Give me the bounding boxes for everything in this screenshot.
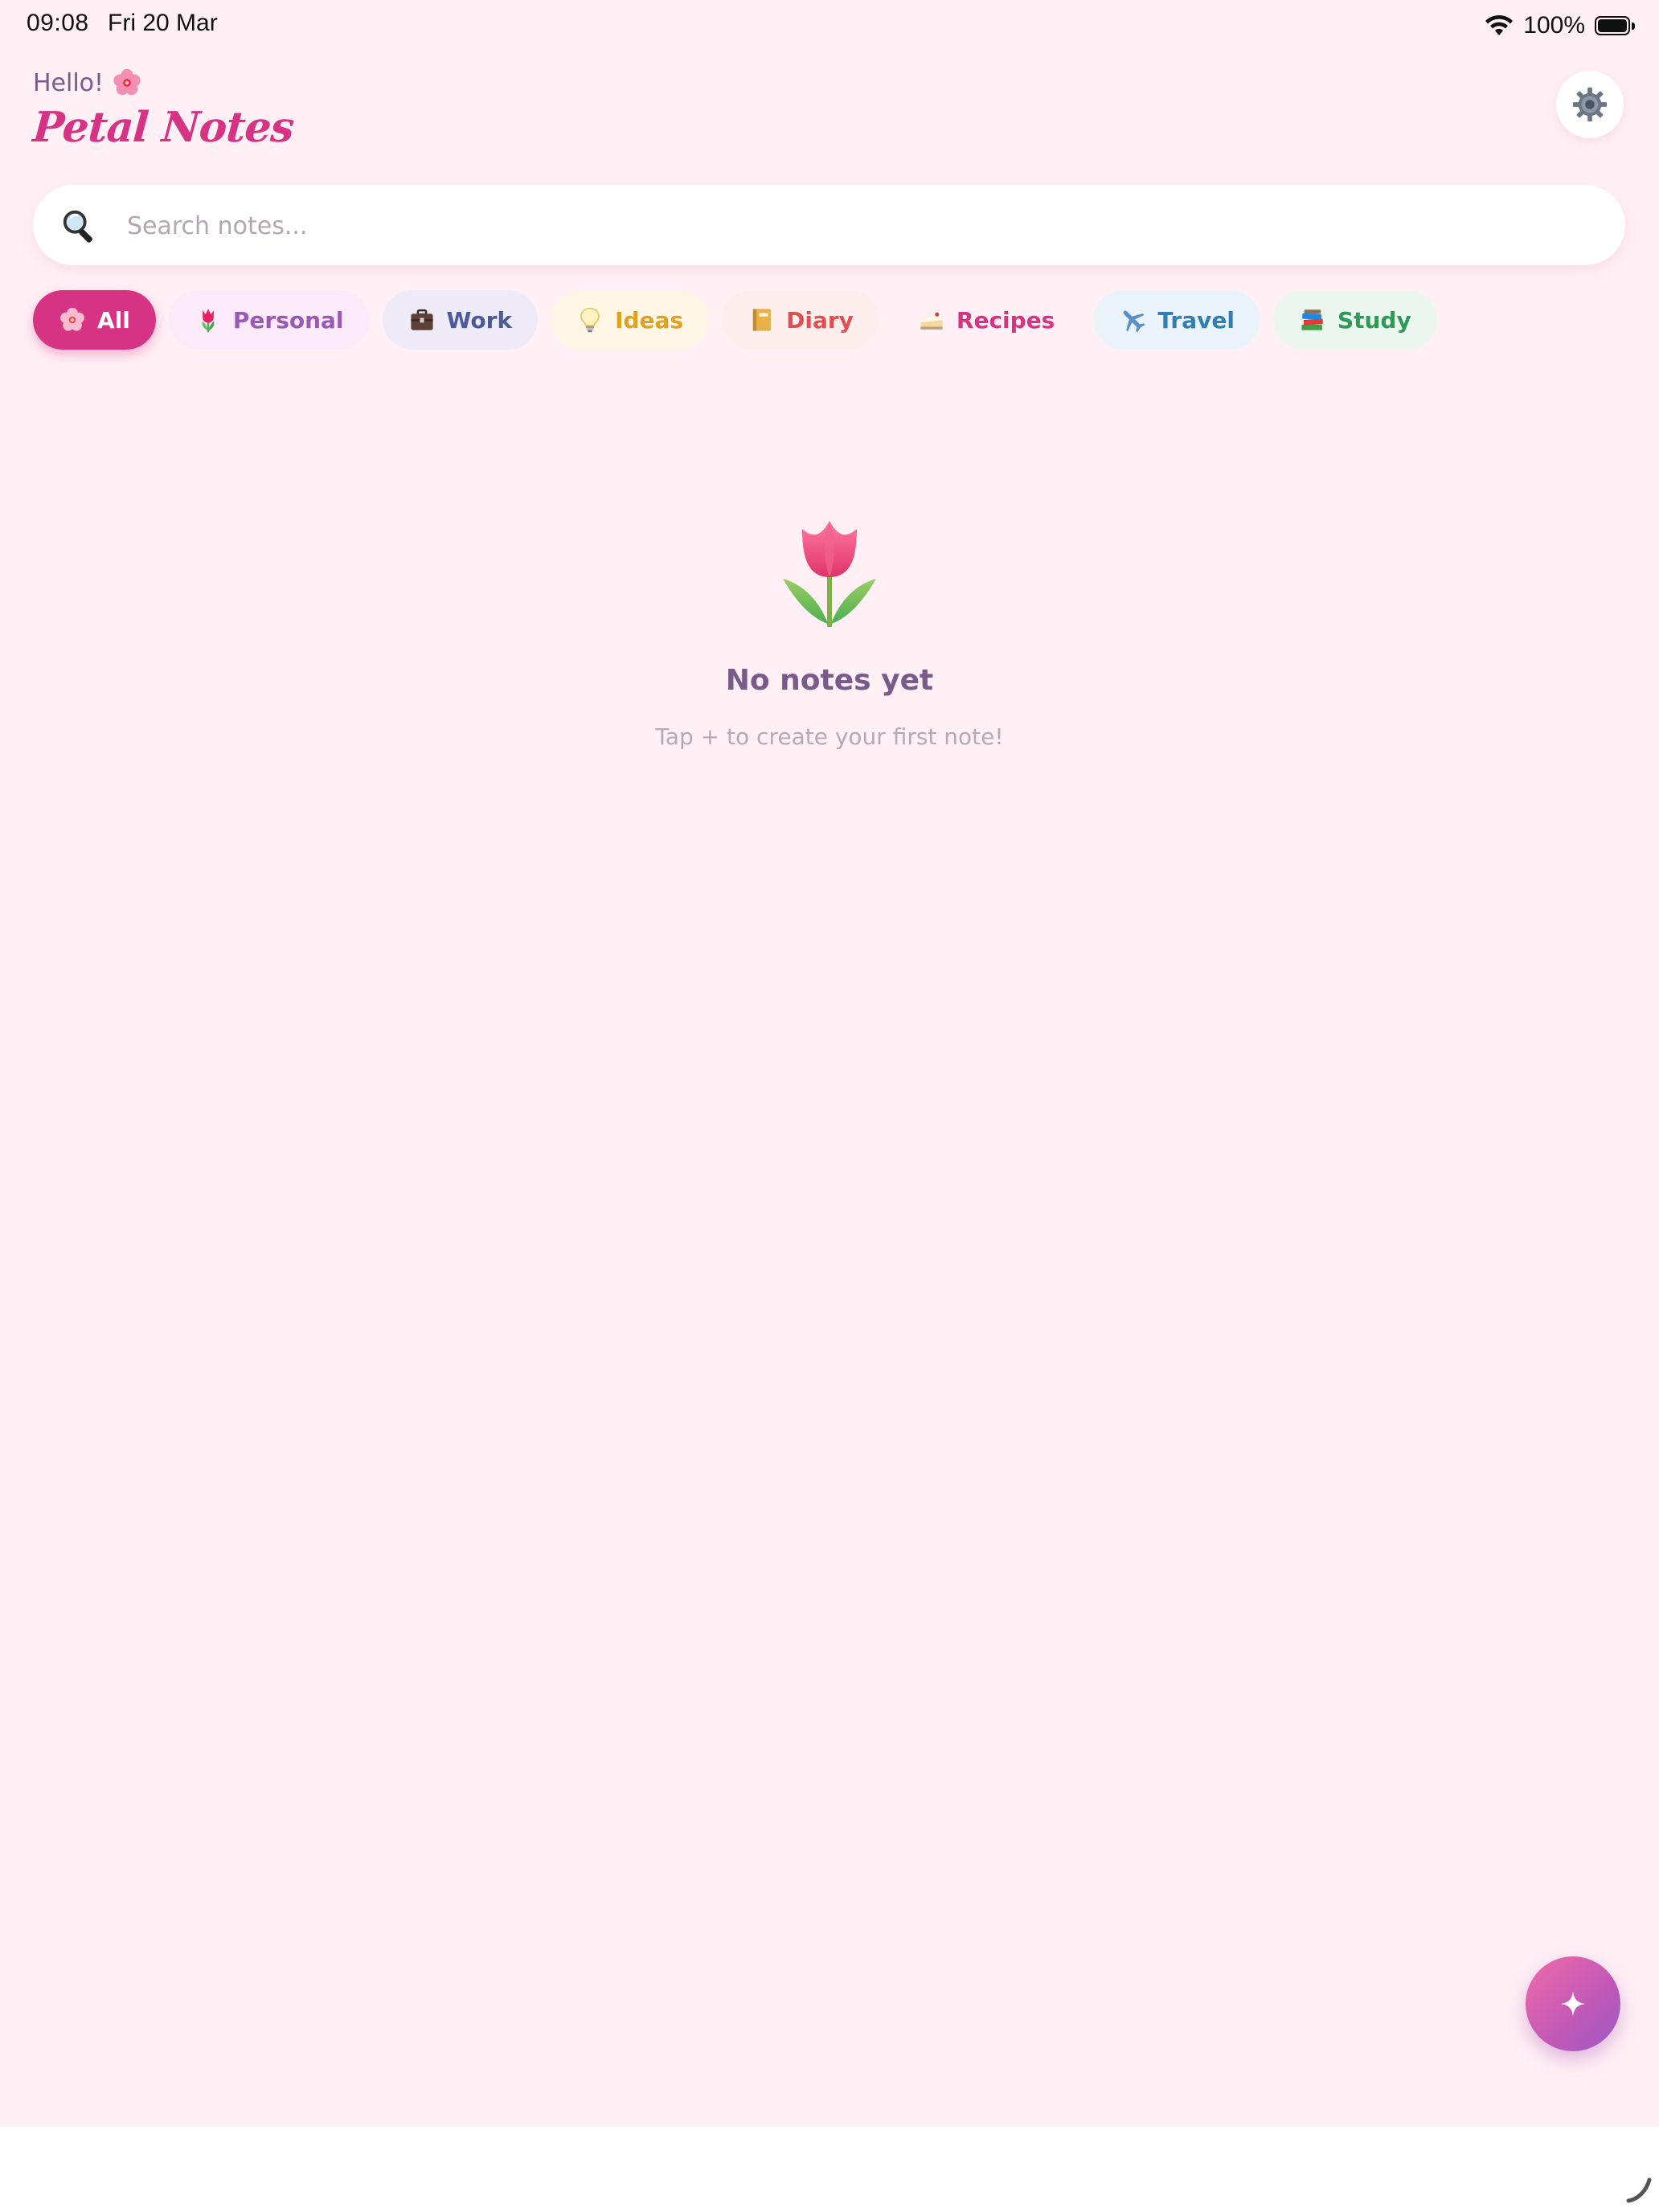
category-chip-work[interactable]: Work	[382, 290, 539, 350]
tulip-icon	[202, 309, 215, 333]
category-chip-travel[interactable]: Travel	[1093, 290, 1260, 350]
lightbulb-icon	[580, 307, 600, 333]
category-filter-bar: All Personal Work Ideas Diary Recipes Tr…	[33, 290, 1437, 350]
category-chip-personal[interactable]: Personal	[168, 290, 370, 350]
add-note-button[interactable]	[1526, 1956, 1620, 2051]
category-chip-all[interactable]: All	[33, 290, 156, 350]
category-chip-label: Study	[1337, 306, 1411, 334]
battery-icon	[1595, 16, 1635, 35]
category-chip-label: Work	[446, 306, 513, 334]
category-chip-label: All	[97, 306, 130, 334]
empty-state-title: No notes yet	[725, 664, 934, 697]
search-bar[interactable]	[33, 185, 1625, 267]
airplane-icon	[1123, 310, 1145, 333]
search-icon	[63, 210, 92, 243]
books-icon	[1301, 309, 1323, 330]
wifi-icon	[1485, 14, 1514, 35]
app-title: Petal Notes	[31, 103, 296, 152]
category-chip-study[interactable]: Study	[1272, 290, 1437, 350]
search-input[interactable]	[125, 185, 1591, 267]
category-chip-label: Personal	[232, 306, 344, 334]
gear-icon	[1572, 87, 1608, 122]
status-date: Fri 20 Mar	[108, 10, 218, 36]
category-chip-label: Diary	[786, 306, 854, 334]
cherry-blossom-icon	[113, 68, 141, 96]
notebook-icon	[752, 309, 772, 331]
sparkle-icon	[1560, 1991, 1586, 2017]
category-chip-diary[interactable]: Diary	[722, 290, 879, 350]
category-chip-label: Ideas	[615, 306, 684, 334]
resize-handle-icon[interactable]	[1624, 2175, 1653, 2204]
empty-state-subtitle: Tap + to create your first note!	[655, 723, 1004, 750]
category-chip-recipes[interactable]: Recipes	[891, 290, 1081, 350]
settings-button[interactable]	[1556, 71, 1624, 138]
cake-icon	[920, 312, 943, 330]
status-time: 09:08	[27, 10, 89, 36]
app-screen: 09:08 Fri 20 Mar 100% Hello! Petal Notes…	[0, 0, 1659, 2127]
status-indicators: 100%	[1485, 10, 1635, 42]
briefcase-icon	[410, 309, 433, 330]
tulip-icon	[783, 521, 876, 627]
greeting: Hello!	[33, 68, 142, 98]
cherry-blossom-icon	[60, 307, 84, 331]
category-chip-ideas[interactable]: Ideas	[551, 290, 710, 350]
battery-percentage: 100%	[1523, 12, 1585, 39]
greeting-text: Hello!	[33, 68, 104, 97]
category-chip-label: Travel	[1157, 306, 1235, 334]
category-chip-label: Recipes	[956, 306, 1055, 334]
